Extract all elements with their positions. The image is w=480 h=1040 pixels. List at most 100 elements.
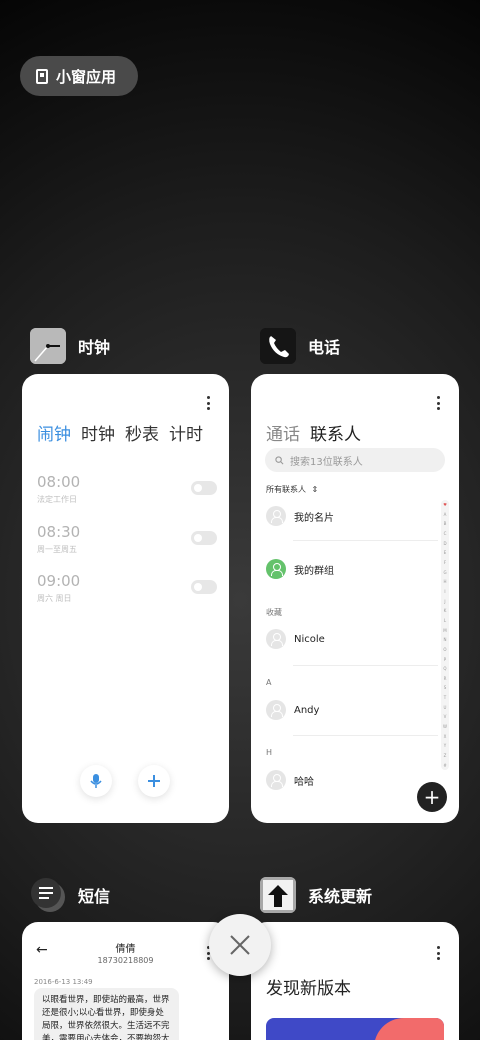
index-letter[interactable]: D	[443, 541, 446, 546]
add-alarm-button[interactable]	[138, 765, 170, 797]
contact-name: Andy	[294, 704, 320, 716]
index-letter[interactable]: R	[444, 676, 447, 681]
chevron-updown-icon: ⇕	[311, 485, 319, 494]
index-letter[interactable]: B	[444, 521, 447, 526]
alarm-toggle[interactable]	[191, 531, 217, 545]
my-groups-row[interactable]: 我的群组 ›	[266, 558, 446, 580]
alarm-repeat: 周一至周五	[37, 545, 77, 554]
clock-app-header[interactable]: 时钟	[30, 328, 110, 364]
search-icon	[275, 455, 284, 464]
filter-label: 所有联系人	[266, 485, 306, 494]
divider	[293, 665, 438, 666]
update-headline: 发现新版本	[266, 979, 351, 999]
index-letter[interactable]: N	[444, 637, 447, 642]
index-letter[interactable]: Y	[444, 743, 446, 748]
avatar	[266, 700, 286, 720]
alarm-time: 09:00	[37, 572, 81, 590]
phone-icon	[260, 328, 296, 364]
update-app-header[interactable]: 系统更新	[260, 877, 372, 913]
alarm-item[interactable]: 09:00 周六 周日	[37, 572, 217, 604]
index-letter[interactable]: M	[443, 628, 446, 633]
index-letter[interactable]: T	[444, 695, 446, 700]
search-placeholder: 搜索13位联系人	[290, 456, 363, 468]
tab-stopwatch[interactable]: 秒表	[125, 420, 159, 445]
alarm-time: 08:00	[37, 473, 81, 491]
close-all-button[interactable]	[209, 914, 271, 976]
plus-icon	[148, 775, 160, 787]
contact-row[interactable]: Nicole	[266, 628, 426, 650]
sms-app-card[interactable]: ← 倩倩 18730218809 2016-6-13 13:49 以眼看世界，即…	[22, 922, 229, 1040]
contact-name: Nicole	[294, 633, 325, 645]
voice-button[interactable]	[80, 765, 112, 797]
sms-app-name: 短信	[78, 887, 111, 906]
my-card-label: 我的名片	[294, 512, 334, 524]
index-letter[interactable]: #	[443, 763, 446, 768]
update-arrow-icon	[260, 877, 296, 913]
index-letter[interactable]: I	[444, 589, 445, 594]
index-letter[interactable]: F	[444, 560, 446, 565]
update-banner	[266, 1018, 444, 1040]
alarm-item[interactable]: 08:30 周一至周五	[37, 523, 217, 555]
update-app-card[interactable]: 发现新版本	[251, 922, 459, 1040]
alarm-repeat: 法定工作日	[37, 495, 77, 504]
contact-number: 18730218809	[97, 956, 154, 965]
message-icon	[30, 877, 66, 913]
index-letter[interactable]: U	[444, 705, 447, 710]
tab-clock[interactable]: 时钟	[81, 420, 115, 445]
tab-calls[interactable]: 通话	[266, 420, 300, 445]
my-groups-label: 我的群组	[294, 565, 334, 577]
index-letter[interactable]: A	[444, 512, 447, 517]
microphone-icon	[90, 774, 102, 788]
favorites-header: 收藏	[266, 608, 282, 617]
index-letter[interactable]: S	[444, 685, 447, 690]
index-letter[interactable]: Z	[444, 753, 447, 758]
alphabet-index-scrollbar[interactable]: ♥ A B C D E F G H I J K L M N O P Q R S T U V W X Y Z #	[441, 500, 449, 770]
index-letter[interactable]: ♥	[443, 502, 447, 507]
my-card-row[interactable]: 我的名片	[266, 505, 426, 527]
alarm-toggle[interactable]	[191, 481, 217, 495]
index-letter[interactable]: W	[443, 724, 447, 729]
index-letter[interactable]: H	[443, 579, 446, 584]
alarm-repeat: 周六 周日	[37, 594, 72, 603]
contact-filter-dropdown[interactable]: 所有联系人 ⇕	[266, 484, 318, 495]
message-timestamp: 2016-6-13 13:49	[34, 978, 93, 986]
phone-app-header[interactable]: 电话	[260, 328, 340, 364]
contact-search-input[interactable]: 搜索13位联系人	[265, 448, 445, 472]
index-letter[interactable]: P	[444, 657, 446, 662]
clock-app-card[interactable]: 闹钟 时钟 秒表 计时 08:00 法定工作日 08:30 周一至周五 09:0…	[22, 374, 229, 823]
index-letter[interactable]: L	[444, 618, 446, 623]
avatar	[266, 506, 286, 526]
section-header-h: H	[266, 748, 273, 757]
small-window-apps-button[interactable]: 小窗应用	[20, 56, 138, 96]
alarm-item[interactable]: 08:00 法定工作日	[37, 473, 217, 505]
index-letter[interactable]: E	[444, 550, 447, 555]
index-letter[interactable]: G	[443, 570, 446, 575]
index-letter[interactable]: O	[443, 647, 446, 652]
more-menu-icon[interactable]	[207, 396, 211, 410]
avatar	[266, 629, 286, 649]
alarm-time: 08:30	[37, 523, 81, 541]
add-contact-button[interactable]: +	[417, 782, 447, 812]
tab-contacts[interactable]: 联系人	[310, 420, 361, 445]
index-letter[interactable]: J	[444, 599, 445, 604]
index-letter[interactable]: X	[444, 734, 447, 739]
more-menu-icon[interactable]	[437, 946, 441, 960]
divider	[293, 540, 438, 541]
index-letter[interactable]: K	[444, 608, 447, 613]
phone-app-name: 电话	[308, 338, 341, 357]
index-letter[interactable]: V	[444, 714, 447, 719]
contact-row[interactable]: Andy	[266, 699, 426, 721]
tab-alarm[interactable]: 闹钟	[37, 420, 71, 445]
phone-app-card[interactable]: 通话 联系人 搜索13位联系人 所有联系人 ⇕ 我的名片 我的群组 › 收藏 N…	[251, 374, 459, 823]
tab-timer[interactable]: 计时	[169, 420, 203, 445]
more-menu-icon[interactable]	[437, 396, 441, 410]
close-icon	[230, 935, 250, 955]
alarm-toggle[interactable]	[191, 580, 217, 594]
divider	[293, 735, 438, 736]
sms-app-header[interactable]: 短信	[30, 877, 110, 913]
contact-row[interactable]: 哈哈	[266, 769, 426, 791]
window-icon	[36, 68, 48, 84]
index-letter[interactable]: Q	[443, 666, 446, 671]
index-letter[interactable]: C	[444, 531, 447, 536]
contact-name: 哈哈	[294, 776, 314, 788]
